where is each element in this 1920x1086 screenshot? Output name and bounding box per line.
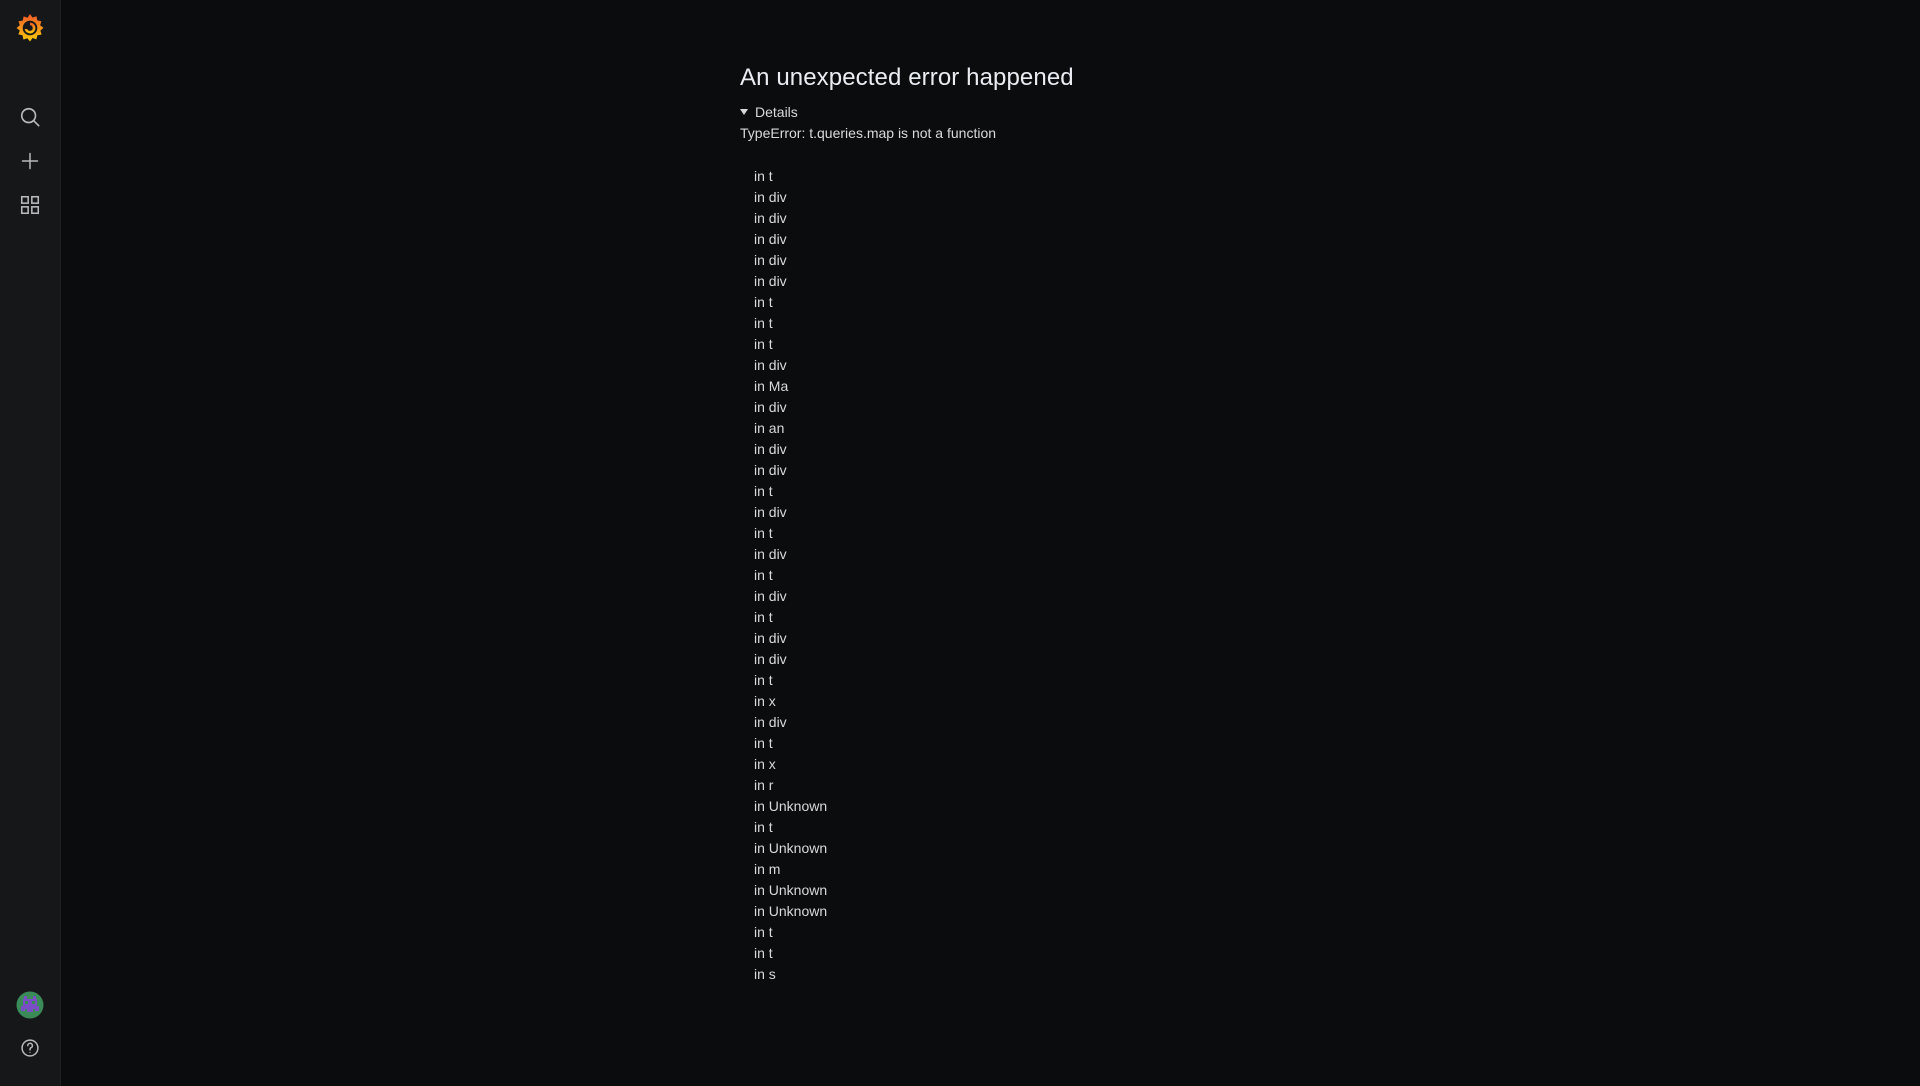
stack-line: in div <box>754 399 787 415</box>
stack-line: in div <box>754 252 787 268</box>
stack-line: in Unknown <box>754 882 828 898</box>
stack-line: in r <box>754 777 774 793</box>
stack-line: in div <box>754 441 787 457</box>
stack-line: in t <box>754 567 773 583</box>
error-message: TypeError: t.queries.map is not a functi… <box>740 125 997 141</box>
error-title: An unexpected error happened <box>740 64 1074 91</box>
question-circle-icon[interactable] <box>0 1027 60 1069</box>
avatar[interactable] <box>0 984 60 1026</box>
stack-line: in div <box>754 504 787 520</box>
stack-line: in div <box>754 231 787 247</box>
stack-line: in div <box>754 357 787 373</box>
details-label: Details <box>755 104 798 120</box>
stack-line: in div <box>754 630 787 646</box>
stack-line: in Unknown <box>754 798 828 814</box>
stack-line: in div <box>754 714 787 730</box>
stack-line: in t <box>754 525 773 541</box>
stack-line: in Unknown <box>754 903 828 919</box>
caret-down-icon <box>740 109 748 115</box>
stack-line: in x <box>754 756 776 772</box>
component-stack: in t in div in div in div in div in div in t in… <box>740 166 1340 985</box>
stack-line: in t <box>754 168 773 184</box>
stack-line: in Ma <box>754 378 789 394</box>
stack-line: in t <box>754 315 773 331</box>
stack-line: in an <box>754 420 785 436</box>
stack-line: in t <box>754 945 773 961</box>
stack-line: in t <box>754 609 773 625</box>
stack-line: in t <box>754 672 773 688</box>
stack-line: in div <box>754 273 787 289</box>
stack-line: in t <box>754 819 773 835</box>
stack-line: in div <box>754 651 787 667</box>
stack-line: in s <box>754 966 776 982</box>
stack-line: in div <box>754 546 787 562</box>
stack-line: in Unknown <box>754 840 828 856</box>
stack-line: in div <box>754 189 787 205</box>
stack-line: in div <box>754 210 787 226</box>
stack-line: in t <box>754 924 773 940</box>
search-icon[interactable] <box>0 96 60 138</box>
stack-line: in m <box>754 861 781 877</box>
stack-line: in div <box>754 588 787 604</box>
plus-icon[interactable] <box>0 140 60 182</box>
main-content: An unexpected error happened Details Typ… <box>60 0 1920 1086</box>
grafana-logo-icon[interactable] <box>0 6 60 50</box>
stack-line: in t <box>754 294 773 310</box>
details-toggle[interactable]: Details <box>740 103 1340 121</box>
apps-grid-icon[interactable] <box>0 184 60 226</box>
stack-line: in t <box>754 483 773 499</box>
error-boundary: An unexpected error happened Details Typ… <box>740 62 1340 985</box>
stack-line: in t <box>754 735 773 751</box>
stack-line: in div <box>754 462 787 478</box>
stack-line: in x <box>754 693 776 709</box>
stack-line: in t <box>754 336 773 352</box>
side-menu <box>0 0 60 1086</box>
